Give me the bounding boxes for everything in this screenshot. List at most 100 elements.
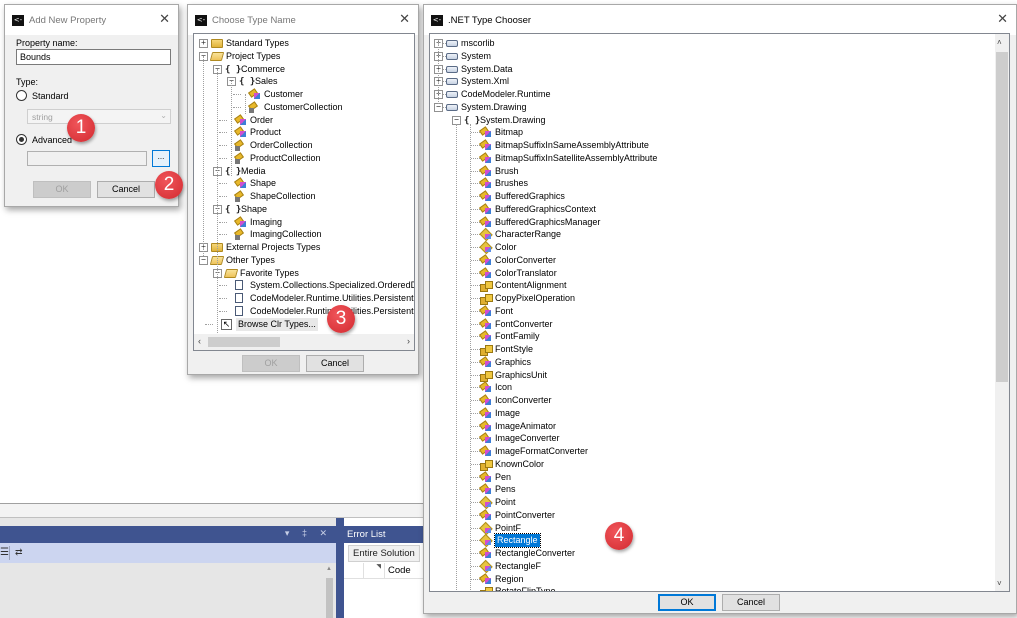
scroll-thumb[interactable]: [996, 52, 1008, 382]
toolbar-separator: [9, 546, 10, 560]
dialog-title: Add New Property: [29, 15, 107, 26]
standard-type-combo[interactable]: string ⌄: [27, 109, 171, 124]
class-icon: [480, 408, 492, 419]
scroll-left-icon[interactable]: ‹: [198, 336, 201, 346]
cancel-button[interactable]: Cancel: [722, 594, 780, 611]
panel-splitter[interactable]: [336, 518, 344, 618]
column-header-code[interactable]: Code: [388, 565, 411, 576]
error-scope-dropdown[interactable]: Entire Solution: [348, 545, 420, 562]
tree-node-label: Shape: [250, 178, 277, 189]
tree-connector-line: [471, 451, 480, 452]
tree-node-label: Bitmap: [495, 127, 524, 138]
close-icon[interactable]: ✕: [159, 12, 170, 27]
namespace-icon: { }: [239, 77, 256, 88]
assembly-icon: [446, 91, 458, 98]
scroll-thumb[interactable]: [208, 337, 280, 347]
sort-icon[interactable]: ⇄: [15, 547, 23, 558]
column-header-flag[interactable]: ◥: [364, 563, 385, 579]
tree-node-label: ProductCollection: [250, 152, 321, 163]
tree-node-label: PointConverter: [495, 509, 556, 520]
class-icon: [480, 127, 492, 138]
standard-label[interactable]: Standard: [32, 91, 69, 101]
cancel-button[interactable]: Cancel: [97, 181, 155, 198]
struct-icon: [480, 242, 492, 253]
collapse-icon[interactable]: −: [199, 255, 208, 265]
browse-button[interactable]: ...: [152, 150, 170, 167]
tree-node-label: ImageFormatConverter: [495, 446, 589, 456]
ok-button[interactable]: OK: [33, 181, 91, 198]
tree-node-label: ImageConverter: [495, 433, 560, 444]
tree-connector-line: [219, 221, 227, 223]
tree-connector-line: [471, 463, 480, 465]
tree-node-label: Shape: [241, 203, 268, 214]
column-header-blank[interactable]: [344, 563, 364, 579]
advanced-type-field[interactable]: [27, 151, 147, 166]
collection-class-icon: [249, 102, 261, 113]
tree-connector-line: [219, 157, 227, 159]
property-name-label: Property name:: [16, 38, 78, 48]
tree-node-label: Imaging: [250, 216, 283, 227]
class-icon: [235, 115, 247, 126]
ide-tool-panel: ▾ ‡ ✕ ☰ ⇄ ▲: [0, 518, 340, 618]
titlebar: <- Add New Property ✕: [5, 5, 178, 35]
tree-node-label: System.Collections.Specialized.OrderedDi…: [250, 280, 414, 291]
expand-icon[interactable]: +: [199, 39, 208, 48]
tree-connector-line: [471, 361, 480, 363]
close-icon[interactable]: ✕: [997, 12, 1008, 27]
cancel-button[interactable]: Cancel: [306, 355, 364, 372]
scroll-thumb[interactable]: [326, 578, 333, 618]
tree-node-label: Standard Types: [226, 38, 289, 48]
error-list-title[interactable]: Error List: [344, 526, 424, 543]
tree-connector-line: [203, 56, 204, 256]
scroll-down-icon[interactable]: ˅: [997, 579, 1002, 588]
panel-window-controls[interactable]: ▾ ‡ ✕: [285, 528, 332, 539]
tree-connector-line: [471, 336, 480, 338]
class-icon: [480, 382, 492, 393]
scroll-right-icon[interactable]: ›: [407, 336, 410, 346]
list-icon[interactable]: ☰: [0, 547, 9, 558]
tree-node-label: ShapeCollection: [250, 191, 316, 201]
tree-node-label: ContentAlignment: [495, 280, 567, 291]
scroll-up-icon[interactable]: ▲: [326, 566, 332, 572]
folder-open-icon: [209, 51, 225, 61]
panel-scrollbar[interactable]: ▲: [325, 566, 334, 618]
ok-button[interactable]: OK: [242, 355, 300, 372]
panel-toolbar: ☰ ⇄: [0, 543, 336, 563]
tree-node-label: System.Data: [461, 63, 513, 74]
error-list-columns: ◥ Code: [344, 563, 424, 579]
type-tree[interactable]: + Standard Types − Project Types −{ } Commerc…: [193, 33, 415, 351]
tree-node-label: ColorTranslator: [495, 267, 557, 278]
advanced-label[interactable]: Advanced: [32, 135, 72, 145]
tree-connector-line: [219, 183, 227, 185]
tree-connector-line: [471, 489, 480, 491]
tree-node-label: BufferedGraphics: [495, 191, 565, 201]
standard-radio[interactable]: [16, 90, 27, 101]
ok-button[interactable]: OK: [658, 594, 716, 611]
tree-node-label: ImagingCollection: [250, 229, 322, 240]
vertical-scrollbar[interactable]: ˄ ˅: [995, 34, 1009, 591]
dialog-title: .NET Type Chooser: [448, 15, 532, 26]
tree-node-label: Project Types: [226, 50, 281, 61]
net-type-tree[interactable]: + mscorlib + System + System.Data + System.Xml +…: [429, 33, 1010, 592]
advanced-radio[interactable]: [16, 134, 27, 145]
error-list-panel: Error List Entire Solution ◥ Code: [344, 518, 424, 618]
choose-type-name-dialog: <- Choose Type Name ✕ + Standard Types − Pr…: [187, 4, 419, 375]
tree-node-label: PointF: [495, 522, 522, 533]
tree-node-label: KnownColor: [495, 458, 545, 469]
tree-connector-line: [219, 132, 227, 134]
class-icon: [480, 166, 492, 177]
scroll-up-icon[interactable]: ˄: [997, 38, 1002, 47]
tree-node-label: BufferedGraphicsManager: [495, 216, 601, 227]
collapse-icon[interactable]: −: [434, 102, 443, 112]
app-icon: <-: [12, 15, 24, 26]
tree-connector-line: [219, 119, 227, 121]
class-icon: [480, 433, 492, 444]
tree-node-label: Pen: [495, 471, 512, 482]
tree-node-label: GraphicsUnit: [495, 369, 548, 380]
class-icon: [235, 127, 247, 138]
property-name-input[interactable]: Bounds: [16, 49, 171, 65]
horizontal-scrollbar[interactable]: ‹ ›: [194, 334, 414, 350]
close-icon[interactable]: ✕: [399, 12, 410, 27]
struct-icon: [480, 523, 492, 534]
app-icon: <-: [431, 15, 443, 26]
